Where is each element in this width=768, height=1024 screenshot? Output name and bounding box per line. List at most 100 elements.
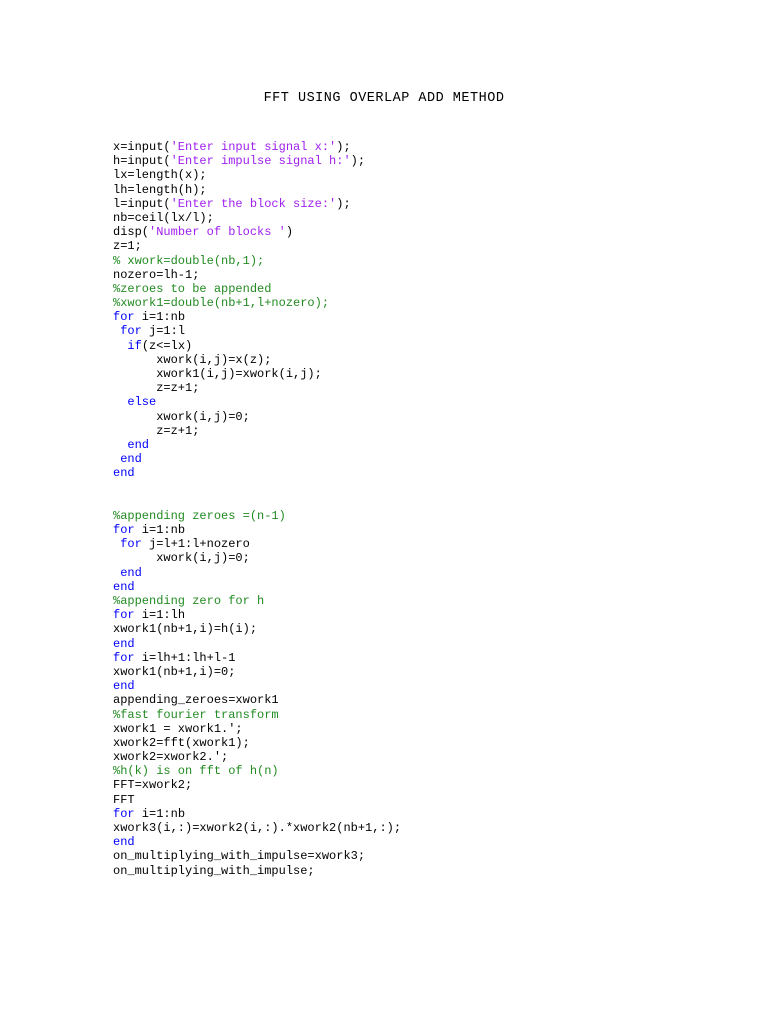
comment: %zeroes to be appended [113, 281, 272, 296]
code-listing: x=input('Enter input signal x:'); h=input… [113, 140, 713, 878]
code-text: i=1:lh [134, 608, 186, 623]
code-line: nozero=lh-1; [113, 268, 713, 282]
code-line: FFT [113, 793, 713, 807]
code-text: z=1; [113, 239, 142, 254]
keyword: for [113, 608, 135, 623]
code-line: %appending zeroes =(n-1) [113, 509, 713, 523]
code-line: xwork(i,j)=0; [113, 410, 713, 424]
code-line: %xwork1=double(nb+1,l+nozero); [113, 296, 713, 310]
code-line: on_multiplying_with_impulse; [113, 864, 713, 878]
code-line: xwork1(i,j)=xwork(i,j); [113, 367, 713, 381]
code-line: z=z+1; [113, 424, 713, 438]
code-text: i=1:nb [134, 310, 186, 325]
code-text: i=1:nb [134, 806, 186, 821]
code-text: ) [285, 225, 294, 240]
code-text: xwork(i,j)=0; [113, 551, 250, 566]
code-text: z=z+1; [113, 423, 200, 438]
code-text: i=1:nb [134, 523, 186, 538]
code-line: h=input('Enter impulse signal h:'); [113, 154, 713, 168]
page-title: FFT USING OVERLAP ADD METHOD [263, 91, 505, 106]
code-line: appending_zeroes=xwork1 [113, 693, 713, 707]
code-text: lh=length(h); [113, 182, 207, 197]
keyword: end [113, 679, 135, 694]
keyword: end [113, 579, 135, 594]
code-text: h=input( [113, 154, 171, 169]
code-text: appending_zeroes=xwork1 [113, 693, 279, 708]
code-line: z=1; [113, 239, 713, 253]
keyword: for [113, 310, 135, 325]
code-line: xwork2=fft(xwork1); [113, 736, 713, 750]
code-text: ); [350, 154, 366, 169]
keyword: end [113, 835, 135, 850]
code-line: if(z<=lx) [113, 339, 713, 353]
code-line: nb=ceil(lx/l); [113, 211, 713, 225]
code-line: xwork(i,j)=0; [113, 551, 713, 565]
string-literal: 'Number of blocks ' [149, 225, 286, 240]
code-line: FFT=xwork2; [113, 778, 713, 792]
keyword: for [113, 650, 135, 665]
code-line: for i=lh+1:lh+l-1 [113, 651, 713, 665]
code-line: end [113, 580, 713, 594]
code-text: (z<=lx) [141, 338, 193, 353]
keyword: for [113, 806, 135, 821]
keyword: end [120, 565, 142, 580]
code-text: disp( [113, 225, 150, 240]
code-text: xwork(i,j)=x(z); [113, 352, 272, 367]
code-text: z=z+1; [113, 381, 200, 396]
code-text: xwork1(i,j)=xwork(i,j); [113, 367, 322, 381]
keyword: for [120, 324, 142, 339]
code-text: xwork1(nb+1,i)=h(i); [113, 622, 258, 637]
code-line: end [113, 637, 713, 651]
code-line: end [113, 466, 713, 480]
string-literal: 'Enter input signal x:' [170, 140, 337, 154]
code-line: for i=1:nb [113, 807, 713, 821]
code-text: FFT [113, 792, 135, 807]
code-line: xwork(i,j)=x(z); [113, 353, 713, 367]
code-line: for i=1:lh [113, 608, 713, 622]
code-text: FFT=xwork2; [113, 778, 193, 793]
string-literal: 'Enter impulse signal h:' [170, 154, 351, 169]
comment: %xwork1=double(nb+1,l+nozero); [113, 296, 330, 311]
code-text: i=lh+1:lh+l-1 [134, 650, 236, 665]
code-text: xwork(i,j)=0; [113, 409, 250, 424]
code-text: lx=length(x); [113, 168, 207, 183]
code-line: lx=length(x); [113, 168, 713, 182]
code-line: for j=l+1:l+nozero [113, 537, 713, 551]
keyword: else [127, 395, 157, 410]
code-text: on_multiplying_with_impulse; [113, 863, 315, 878]
code-text: ); [336, 196, 351, 211]
code-line: %appending zero for h [113, 594, 713, 608]
code-line: xwork1(nb+1,i)=0; [113, 665, 713, 679]
comment: %fast fourier transform [113, 707, 279, 722]
comment: %appending zeroes =(n-1) [113, 508, 286, 523]
keyword: end [127, 437, 150, 452]
code-line: disp('Number of blocks ') [113, 225, 713, 239]
code-line: end [113, 679, 713, 693]
code-line: for i=1:nb [113, 523, 713, 537]
code-text: j=l+1:l+nozero [141, 537, 250, 552]
code-text: ); [336, 140, 351, 154]
code-line: else [113, 395, 713, 409]
code-line: on_multiplying_with_impulse=xwork3; [113, 849, 713, 863]
keyword: end [120, 452, 142, 467]
code-line: end [113, 566, 713, 580]
keyword: if [127, 338, 142, 353]
code-line: %h(k) is on fft of h(n) [113, 764, 713, 778]
code-text: l=input( [113, 196, 171, 211]
code-line: xwork2=xwork2.'; [113, 750, 713, 764]
code-line: end [113, 438, 713, 452]
keyword: end [113, 466, 135, 481]
code-line: %fast fourier transform [113, 708, 713, 722]
keyword: end [113, 636, 135, 651]
code-text: xwork2=fft(xwork1); [113, 735, 250, 750]
code-text: nozero=lh-1; [113, 267, 200, 282]
keyword: for [113, 523, 135, 538]
code-line: % xwork=double(nb,1); [113, 254, 713, 268]
string-literal: 'Enter the block size:' [170, 196, 337, 211]
comment: % xwork=double(nb,1); [113, 253, 265, 268]
